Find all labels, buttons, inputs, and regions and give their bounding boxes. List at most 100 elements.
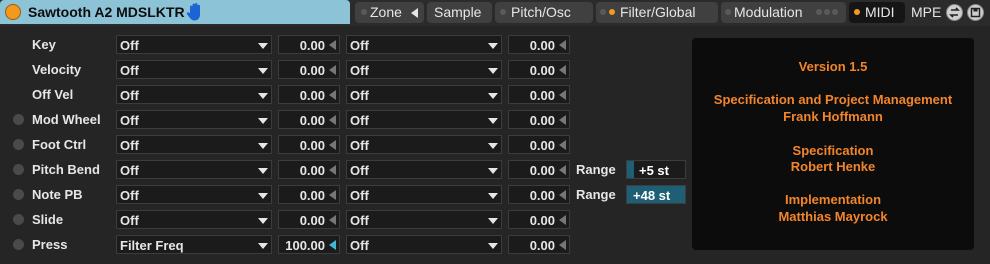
amount-value: 0.00 [529,163,555,178]
tab-midi[interactable]: MIDI [849,2,905,23]
tab-mpe[interactable]: MPE [908,2,945,23]
swap-icon[interactable] [946,4,963,21]
source-value: Filter Freq [120,238,184,253]
destination-value: Off [350,163,369,178]
amount-field[interactable]: 0.00 [278,185,340,204]
destination-dropdown[interactable]: Off [346,235,502,254]
triangle-left-icon [559,40,566,50]
amount-field[interactable]: 0.00 [278,35,340,54]
destination-dropdown[interactable]: Off [346,35,502,54]
tab-zone[interactable]: Zone [355,2,424,23]
source-dropdown[interactable]: Off [116,110,272,129]
impl-title: Implementation [784,192,882,207]
mod-row-pitch-bend: Pitch Bend Off 0.00 Off 0.00 Range +5 st [0,160,690,179]
mod-row-press: Press Filter Freq 100.00 Off 0.00 [0,235,690,254]
source-dropdown[interactable]: Off [116,60,272,79]
amount-value: 100.00 [285,238,325,253]
mod-row-mod-wheel: Mod Wheel Off 0.00 Off 0.00 [0,110,690,129]
triangle-left-icon [559,240,566,250]
destination-dropdown[interactable]: Off [346,160,502,179]
triangle-left-icon [559,215,566,225]
source-dropdown[interactable]: Off [116,85,272,104]
destination-dropdown[interactable]: Off [346,110,502,129]
device-header: Sawtooth A2 MDSLKTR Zone Sample Pitch/Os… [0,0,990,26]
amount-field-2[interactable]: 0.00 [508,135,570,154]
source-dropdown[interactable]: Off [116,185,272,204]
source-value: Off [120,113,139,128]
source-dropdown[interactable]: Filter Freq [116,235,272,254]
spec-pm-name: Frank Hoffmann [783,109,883,124]
amount-field-2[interactable]: 0.00 [508,160,570,179]
power-icon[interactable] [5,4,21,20]
hand-icon[interactable] [186,2,204,22]
source-dropdown[interactable]: Off [116,160,272,179]
triangle-left-icon [559,115,566,125]
amount-value: 0.00 [299,113,325,128]
tab-filter-global[interactable]: Filter/Global [596,2,718,23]
tab-filter-global-active-dot [609,9,615,15]
amount-field[interactable]: 0.00 [278,210,340,229]
amount-field[interactable]: 0.00 [278,85,340,104]
triangle-left-icon [329,240,336,250]
tab-filter-global-dot [600,9,606,15]
map-dot-icon[interactable] [13,239,24,250]
amount-field-2[interactable]: 0.00 [508,60,570,79]
tab-mpe-label: MPE [911,4,942,20]
amount-field-2[interactable]: 0.00 [508,85,570,104]
source-dropdown[interactable]: Off [116,210,272,229]
row-label: Velocity [32,62,82,77]
triangle-left-icon [559,190,566,200]
amount-field[interactable]: 0.00 [278,110,340,129]
chevron-down-icon [258,168,268,174]
mod-row-off-vel: Off Vel Off 0.00 Off 0.00 [0,85,690,104]
source-dropdown[interactable]: Off [116,135,272,154]
amount-field[interactable]: 0.00 [278,60,340,79]
amount-field-2[interactable]: 0.00 [508,210,570,229]
destination-value: Off [350,88,369,103]
triangle-left-icon [559,65,566,75]
amount-value: 0.00 [529,88,555,103]
range-label: Range [576,162,616,177]
source-dropdown[interactable]: Off [116,35,272,54]
amount-field-2[interactable]: 0.00 [508,110,570,129]
triangle-left-icon [559,140,566,150]
tab-modulation-dot-4 [832,9,838,15]
tab-modulation[interactable]: Modulation [721,2,846,23]
amount-value: 0.00 [529,238,555,253]
chevron-down-icon [258,243,268,249]
map-dot-icon[interactable] [13,164,24,175]
amount-field-2[interactable]: 0.00 [508,185,570,204]
amount-field[interactable]: 0.00 [278,160,340,179]
destination-dropdown[interactable]: Off [346,85,502,104]
map-dot-icon[interactable] [13,214,24,225]
amount-field[interactable]: 0.00 [278,135,340,154]
chevron-down-icon [258,118,268,124]
destination-dropdown[interactable]: Off [346,185,502,204]
tab-pitch-osc[interactable]: Pitch/Osc [495,2,593,23]
tab-sample[interactable]: Sample [427,2,492,23]
destination-dropdown[interactable]: Off [346,60,502,79]
destination-dropdown[interactable]: Off [346,135,502,154]
amount-field-2[interactable]: 0.00 [508,235,570,254]
map-dot-icon[interactable] [13,189,24,200]
destination-value: Off [350,63,369,78]
chevron-down-icon [258,193,268,199]
range-slider[interactable]: +48 st [626,185,686,204]
row-label: Note PB [32,187,83,202]
device-title: Sawtooth A2 MDSLKTR [28,4,185,20]
amount-field[interactable]: 100.00 [278,235,340,254]
range-slider[interactable]: +5 st [626,160,686,179]
map-dot-icon[interactable] [13,139,24,150]
row-label: Slide [32,212,64,227]
triangle-left-icon [329,90,336,100]
amount-field-2[interactable]: 0.00 [508,35,570,54]
tab-sample-label: Sample [434,4,482,20]
tab-modulation-dot-3 [824,9,830,15]
device-title-bar[interactable]: Sawtooth A2 MDSLKTR [0,0,350,24]
destination-dropdown[interactable]: Off [346,210,502,229]
tab-zone-label: Zone [370,4,402,20]
row-label: Mod Wheel [32,112,101,127]
save-icon[interactable] [967,4,984,21]
map-dot-icon[interactable] [13,114,24,125]
source-value: Off [120,88,139,103]
